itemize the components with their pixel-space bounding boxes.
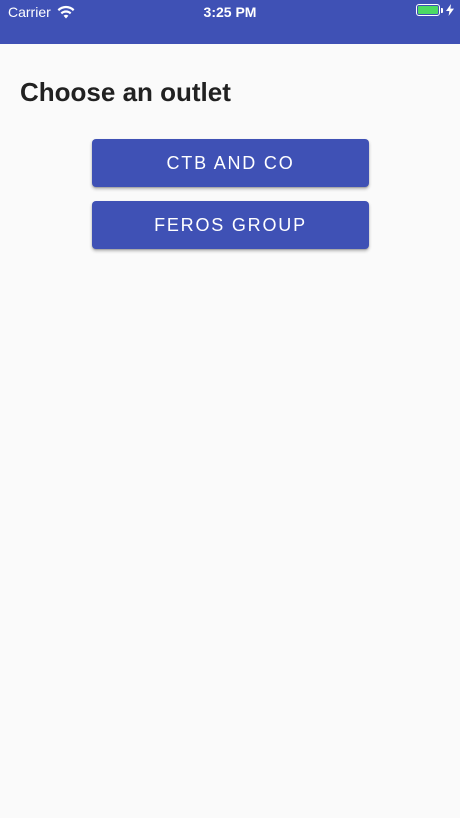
status-time: 3:25 PM <box>203 4 257 20</box>
battery-tip <box>441 7 443 13</box>
charging-bolt-icon <box>446 4 454 16</box>
outlet-button-feros-group[interactable]: FEROS GROUP <box>92 201 369 249</box>
status-bar: Carrier 3:25 PM <box>0 0 460 44</box>
battery-icon <box>416 4 440 16</box>
outlet-button-ctb-and-co[interactable]: CTB AND CO <box>92 139 369 187</box>
battery-level-fill <box>418 6 438 14</box>
page-title: Choose an outlet <box>20 77 231 107</box>
battery-group <box>416 4 454 16</box>
